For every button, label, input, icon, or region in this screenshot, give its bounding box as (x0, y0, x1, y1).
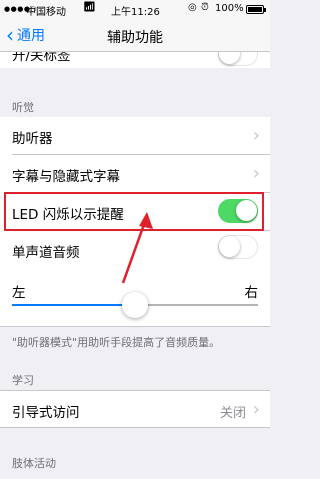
carrier-name: 中国移动 (26, 7, 66, 18)
battery-percentage: 100% (215, 3, 244, 14)
subtitles-captioning-label: 字幕与隐藏式字幕 (12, 169, 120, 185)
hearing-aids-row[interactable]: 助听器 › (0, 117, 270, 155)
guided-access-row[interactable]: 引导式访问 关闭 › (0, 390, 270, 428)
hearing-aid-mode-note: "助听器模式"用助听手段提高了音频质量。 (12, 336, 221, 349)
interaction-section-header: 肢体活动 (12, 457, 56, 470)
chevron-right-icon: › (252, 125, 260, 146)
balance-right-label: 右 (244, 285, 259, 301)
led-flash-alerts-switch[interactable] (218, 199, 258, 223)
on-off-labels-switch[interactable] (218, 52, 258, 66)
switch-knob (236, 200, 257, 221)
alarm-icon: ⏰︎ (201, 2, 209, 13)
status-bar: ●●●●○ 中国移动 📶︎ 上午11:26 ◎ ⏰︎ 100% (0, 0, 270, 18)
subtitles-captioning-row[interactable]: 字幕与隐藏式字幕 › (0, 155, 270, 193)
switch-knob (219, 52, 240, 64)
chevron-right-icon: › (252, 399, 260, 420)
guided-access-value: 关闭 (219, 406, 246, 421)
mono-audio-row[interactable]: 单声道音频 (0, 231, 270, 269)
mono-audio-switch[interactable] (218, 235, 258, 259)
navigation-bar: ‹ 通用 辅助功能 (0, 18, 270, 52)
balance-left-label: 左 (12, 285, 26, 301)
led-flash-alerts-label: LED 闪烁以示提醒 (12, 207, 124, 223)
balance-slider-fill (12, 304, 135, 306)
balance-slider-thumb[interactable] (122, 292, 148, 318)
hearing-section-header: 听觉 (12, 101, 34, 114)
hearing-aids-label: 助听器 (12, 131, 53, 147)
clock: 上午11:26 (111, 7, 160, 18)
learning-section-header: 学习 (12, 374, 34, 387)
on-off-labels-label: 开/关标签 (12, 52, 71, 64)
on-off-labels-row[interactable]: 开/关标签 (0, 52, 270, 68)
guided-access-label: 引导式访问 (12, 405, 80, 421)
battery-icon (246, 5, 266, 14)
switch-knob (219, 236, 240, 257)
rotation-lock-icon: ◎ (188, 2, 197, 13)
wifi-icon: 📶︎ (83, 2, 96, 13)
battery-fill (248, 7, 262, 12)
led-flash-alerts-row[interactable]: LED 闪烁以示提醒 (0, 193, 270, 231)
chevron-right-icon: › (252, 163, 260, 184)
page-title: 辅助功能 (107, 30, 163, 46)
mono-audio-label: 单声道音频 (12, 245, 80, 261)
